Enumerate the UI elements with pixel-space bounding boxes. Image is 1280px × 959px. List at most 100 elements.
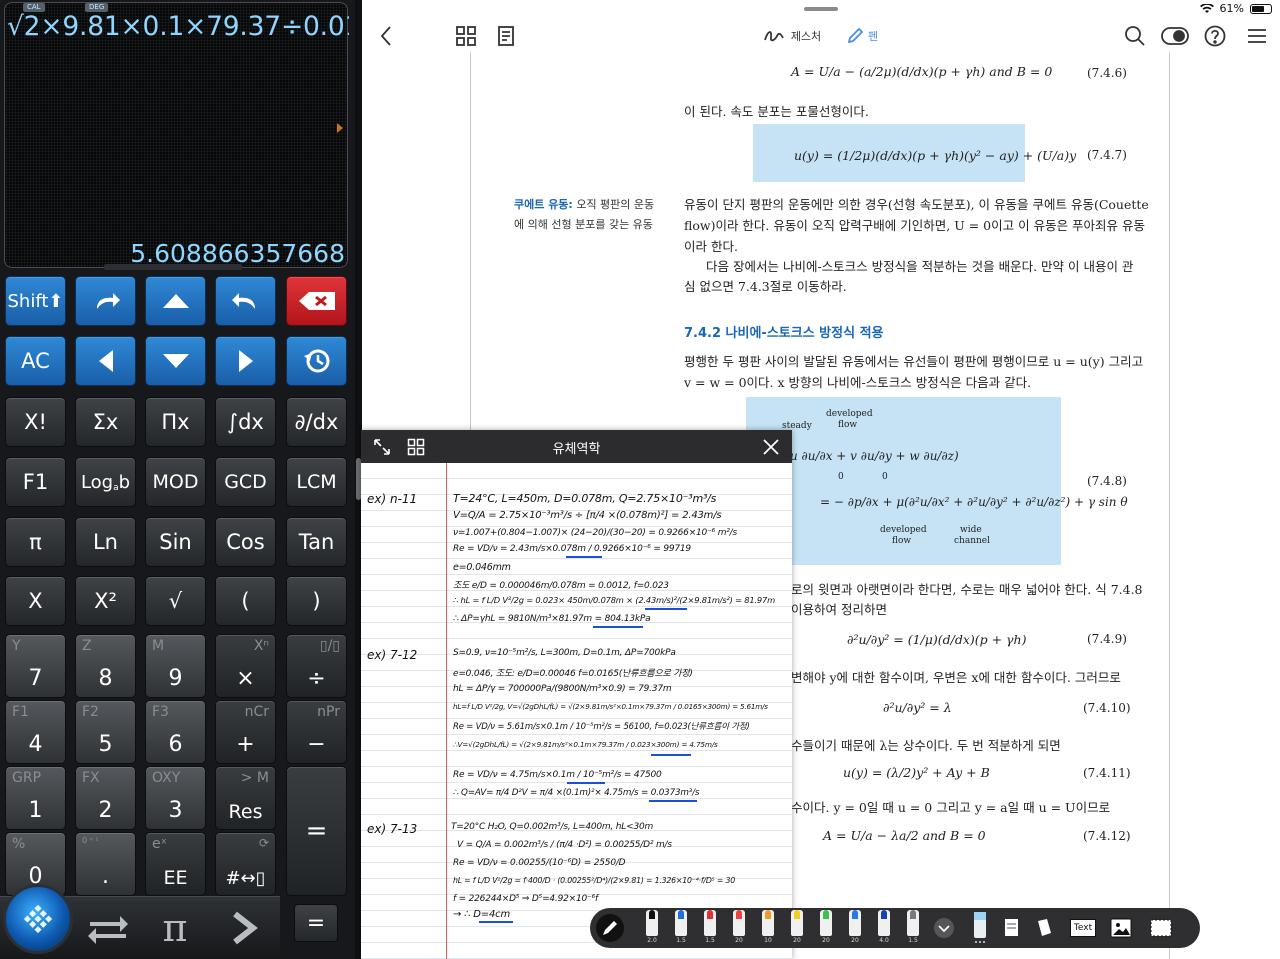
gesture-mode-button[interactable]: 제스처 — [760, 18, 824, 54]
sqrt-key[interactable]: √ — [145, 576, 206, 626]
digit-4-key[interactable]: F1 4 — [5, 700, 66, 764]
history-key[interactable] — [286, 336, 347, 386]
digit-3-key[interactable]: OXY 3 — [145, 766, 206, 830]
logb-key[interactable]: Log a b — [75, 457, 136, 507]
pen-swatch[interactable] — [907, 910, 919, 936]
digit-6-key[interactable]: F3 6 — [145, 700, 206, 764]
pi-key[interactable]: π — [5, 517, 66, 567]
outline-button[interactable] — [494, 18, 518, 54]
tan-key[interactable]: Tan — [286, 517, 347, 567]
view-mode-toggle[interactable] — [1160, 18, 1190, 54]
cos-key[interactable]: Cos — [215, 517, 276, 567]
ln-key[interactable]: Ln — [75, 517, 136, 567]
equals-key[interactable]: = — [286, 766, 347, 896]
pen-tool-button[interactable] — [595, 913, 625, 943]
left-key[interactable] — [75, 336, 136, 386]
pen-swatch[interactable] — [878, 910, 890, 936]
down-key[interactable] — [145, 336, 206, 386]
shift-key[interactable]: Shift⬆ — [5, 276, 66, 326]
sum-key[interactable]: Σx — [75, 397, 136, 447]
digit-3-sub: OXY — [152, 770, 181, 786]
convert-key[interactable]: ⟳ #↔▯ — [215, 832, 276, 896]
scroll-right-icon[interactable] — [337, 123, 343, 133]
digit-7-key[interactable]: Y7 — [5, 634, 66, 698]
eraser-tool[interactable] — [970, 912, 990, 943]
note-title-bar[interactable]: 유체역학 — [361, 430, 792, 463]
res-key[interactable]: > M Res — [215, 766, 276, 830]
factorial-key[interactable]: X! — [5, 397, 66, 447]
digit-9-key[interactable]: M9 — [145, 634, 206, 698]
pen-swatch[interactable] — [762, 910, 774, 936]
square-key[interactable]: X² — [75, 576, 136, 626]
right-key[interactable] — [215, 336, 276, 386]
digit-2-label: 2 — [98, 798, 113, 823]
x-variable-key[interactable]: X — [5, 576, 66, 626]
f1-key[interactable]: F1 — [5, 457, 66, 507]
pen-swatch[interactable] — [849, 910, 861, 936]
open-paren-key[interactable]: ( — [215, 576, 276, 626]
product-key[interactable]: Πx — [145, 397, 206, 447]
plus-key[interactable]: nCr + — [215, 700, 276, 764]
gcd-key[interactable]: GCD — [215, 457, 276, 507]
swap-button[interactable] — [76, 898, 140, 958]
ee-key[interactable]: eˣ EE — [145, 832, 206, 896]
digit-8-key[interactable]: Z8 — [75, 634, 136, 698]
highlighter-tool[interactable] — [1034, 913, 1054, 943]
menu-button[interactable] — [1244, 18, 1270, 54]
image-tool[interactable] — [1108, 913, 1134, 943]
pen-swatch[interactable] — [646, 910, 658, 936]
pen-swatch[interactable] — [791, 910, 803, 936]
sticky-note-tool[interactable] — [1002, 913, 1022, 943]
equals-small-label: = — [306, 910, 326, 936]
close-paren-key[interactable]: ) — [286, 576, 347, 626]
sin-key[interactable]: Sin — [145, 517, 206, 567]
minus-key[interactable]: nPr − — [286, 700, 347, 764]
display-grip[interactable] — [104, 264, 242, 270]
note-margin-line — [446, 463, 447, 959]
logb-label: Log — [80, 471, 114, 493]
selection-tool[interactable] — [1146, 913, 1176, 943]
pen-mode-button[interactable]: 펜 — [842, 18, 882, 54]
pi-bottom-button[interactable]: π — [143, 898, 207, 958]
multitask-handle[interactable] — [804, 7, 838, 11]
decimal-key[interactable]: 0 ⁿ ¹. — [75, 832, 136, 896]
equation-7-4-6: A = U/a − (a/2μ)(d/dx)(p + γh) and B = 0 — [791, 64, 1053, 79]
search-button[interactable] — [1122, 18, 1148, 54]
digit-5-sub: F2 — [82, 704, 99, 720]
back-button[interactable] — [374, 18, 398, 54]
note-window[interactable]: 유체역학 ex) n-11 T=24°C, L=450m, D=0.078m, … — [361, 430, 792, 959]
help-button[interactable] — [1202, 18, 1228, 54]
pen-swatch[interactable] — [675, 910, 687, 936]
pen-swatch[interactable] — [704, 910, 716, 936]
pen-size-label: 1.5 — [908, 937, 918, 944]
digit-5-key[interactable]: F2 5 — [75, 700, 136, 764]
pen-size-label: 4.0 — [879, 937, 889, 944]
expand-pens-button[interactable] — [932, 913, 956, 943]
ac-key[interactable]: AC — [5, 336, 66, 386]
lcm-key[interactable]: LCM — [286, 457, 347, 507]
x-label: X — [28, 589, 43, 613]
close-icon[interactable] — [762, 438, 780, 456]
digit-1-key[interactable]: GRP 1 — [5, 766, 66, 830]
text-tool[interactable]: Text — [1066, 913, 1100, 943]
up-key[interactable] — [145, 276, 206, 326]
equals-small-key[interactable]: = — [294, 904, 338, 942]
undo-key[interactable] — [215, 276, 276, 326]
pen-swatch[interactable] — [820, 910, 832, 936]
multiply-key[interactable]: Xⁿ × — [215, 634, 276, 698]
body-text: 유동이 단지 평판의 운동에만 의한 경우(선형 속도분포), 이 유동을 쿠에… — [684, 197, 1149, 212]
pen-swatch[interactable] — [733, 910, 745, 936]
thumbnail-grid-button[interactable] — [454, 18, 478, 54]
pen-color-tip — [765, 910, 771, 919]
menu-button[interactable] — [3, 884, 73, 954]
next-button[interactable] — [212, 898, 276, 958]
divide-key[interactable]: ▯/▯ ÷ — [286, 634, 347, 698]
integral-key[interactable]: ∫dx — [215, 397, 276, 447]
expression-display[interactable]: √2×9.81×0.1×79.37÷0.016 — [7, 11, 349, 42]
multiply-label: × — [236, 666, 255, 691]
backspace-key[interactable] — [286, 276, 347, 326]
redo-key[interactable] — [75, 276, 136, 326]
derivative-key[interactable]: ∂/dx — [286, 397, 347, 447]
digit-2-key[interactable]: FX 2 — [75, 766, 136, 830]
mod-key[interactable]: MOD — [145, 457, 206, 507]
